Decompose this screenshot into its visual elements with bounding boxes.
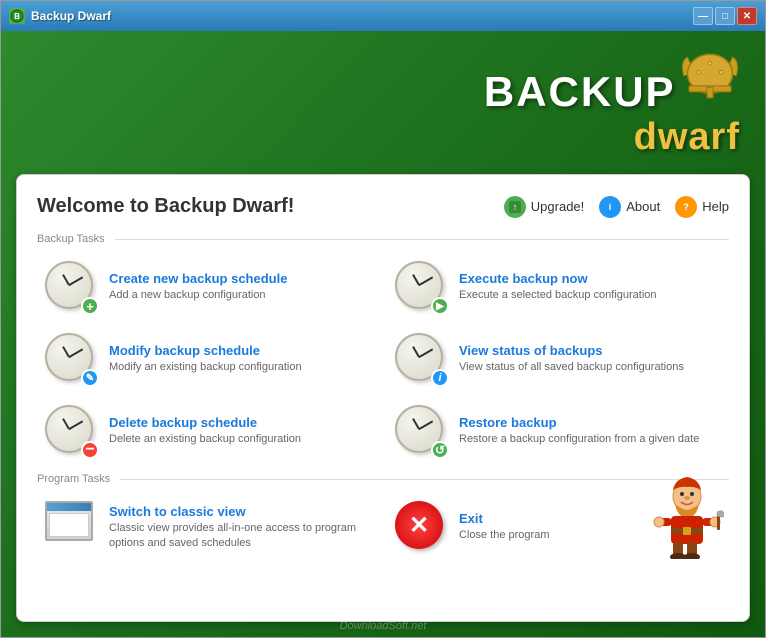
close-button[interactable]: ✕ bbox=[737, 7, 757, 25]
task-icon-exit: ✕ bbox=[395, 501, 447, 553]
program-tasks-grid: Switch to classic view Classic view prov… bbox=[37, 495, 729, 559]
main-window: B Backup Dwarf — □ ✕ BACKUP bbox=[0, 0, 766, 638]
task-classic-view[interactable]: Switch to classic view Classic view prov… bbox=[37, 495, 379, 559]
content-panel: Welcome to Backup Dwarf! ↑ Upgrade! bbox=[16, 174, 750, 622]
task-delete-backup[interactable]: − Delete backup schedule Delete an exist… bbox=[37, 399, 379, 463]
task-icon-restore: ↺ bbox=[395, 405, 447, 457]
clock-hand-m bbox=[69, 276, 84, 285]
clock-hand-m-3 bbox=[69, 348, 84, 357]
task-text-create: Create new backup schedule Add a new bac… bbox=[109, 271, 371, 302]
help-button[interactable]: ? Help bbox=[675, 196, 729, 218]
task-desc-restore: Restore a backup configuration from a gi… bbox=[459, 432, 721, 446]
classic-content bbox=[49, 513, 89, 537]
about-icon: i bbox=[599, 196, 621, 218]
viking-helmet-icon bbox=[680, 46, 740, 106]
task-desc-delete: Delete an existing backup configuration bbox=[109, 432, 371, 446]
task-restore-backup[interactable]: ↺ Restore backup Restore a backup config… bbox=[387, 399, 729, 463]
title-bar: B Backup Dwarf — □ ✕ bbox=[1, 1, 765, 31]
clock-hand-m-2 bbox=[419, 276, 434, 285]
logo-area: BACKUP bbox=[16, 46, 750, 164]
task-text-execute: Execute backup now Execute a selected ba… bbox=[459, 271, 721, 302]
badge-view: i bbox=[431, 369, 449, 387]
task-desc-modify: Modify an existing backup configuration bbox=[109, 360, 371, 374]
task-title-execute: Execute backup now bbox=[459, 271, 721, 286]
task-icon-create: + bbox=[45, 261, 97, 313]
badge-restore: ↺ bbox=[431, 441, 449, 459]
help-label: Help bbox=[702, 199, 729, 214]
task-view-status[interactable]: i View status of backups View status of … bbox=[387, 327, 729, 391]
dwarf-svg bbox=[649, 474, 724, 559]
upgrade-button[interactable]: ↑ Upgrade! bbox=[504, 196, 584, 218]
backup-tasks-divider: Backup Tasks bbox=[37, 233, 729, 245]
main-area: BACKUP bbox=[1, 31, 765, 637]
about-label: About bbox=[626, 199, 660, 214]
logo-container: BACKUP bbox=[484, 46, 740, 159]
task-title-view: View status of backups bbox=[459, 343, 721, 358]
header-actions: ↑ Upgrade! i About bbox=[504, 196, 729, 218]
task-title-delete: Delete backup schedule bbox=[109, 415, 371, 430]
dwarf-character bbox=[649, 474, 724, 559]
task-text-restore: Restore backup Restore a backup configur… bbox=[459, 415, 721, 446]
clock-hand-m-4 bbox=[419, 348, 434, 357]
badge-create: + bbox=[81, 297, 99, 315]
task-modify-backup[interactable]: ✎ Modify backup schedule Modify an exist… bbox=[37, 327, 379, 391]
task-icon-view: i bbox=[395, 333, 447, 385]
svg-text:B: B bbox=[14, 12, 20, 21]
logo-text-block: BACKUP bbox=[484, 46, 740, 159]
help-icon: ? bbox=[675, 196, 697, 218]
minimize-button[interactable]: — bbox=[693, 7, 713, 25]
task-title-create: Create new backup schedule bbox=[109, 271, 371, 286]
program-tasks-divider: Program Tasks bbox=[37, 473, 729, 485]
backup-tasks-grid: + Create new backup schedule Add a new b… bbox=[37, 255, 729, 463]
upgrade-label: Upgrade! bbox=[531, 199, 584, 214]
task-icon-execute: ▶ bbox=[395, 261, 447, 313]
badge-execute: ▶ bbox=[431, 297, 449, 315]
task-icon-modify: ✎ bbox=[45, 333, 97, 385]
task-desc-classic: Classic view provides all-in-one access … bbox=[109, 521, 371, 550]
task-desc-execute: Execute a selected backup configuration bbox=[459, 288, 721, 302]
watermark: DownloadSoft.net bbox=[340, 620, 427, 632]
task-title-restore: Restore backup bbox=[459, 415, 721, 430]
classic-view-icon bbox=[45, 501, 93, 541]
task-icon-delete: − bbox=[45, 405, 97, 457]
maximize-button[interactable]: □ bbox=[715, 7, 735, 25]
upgrade-icon: ↑ bbox=[504, 196, 526, 218]
svg-text:i: i bbox=[609, 202, 612, 212]
task-text-modify: Modify backup schedule Modify an existin… bbox=[109, 343, 371, 374]
svg-text:?: ? bbox=[684, 202, 690, 212]
task-icon-classic bbox=[45, 501, 97, 553]
badge-delete: − bbox=[81, 441, 99, 459]
clock-hand-m-6 bbox=[419, 420, 434, 429]
exit-icon: ✕ bbox=[395, 501, 443, 549]
svg-text:↑: ↑ bbox=[513, 202, 518, 212]
classic-titlebar bbox=[47, 503, 91, 511]
clock-hand-m-5 bbox=[69, 420, 84, 429]
task-text-view: View status of backups View status of al… bbox=[459, 343, 721, 374]
task-text-delete: Delete backup schedule Delete an existin… bbox=[109, 415, 371, 446]
about-button[interactable]: i About bbox=[599, 196, 660, 218]
divider-line-2 bbox=[120, 479, 729, 480]
window-controls: — □ ✕ bbox=[693, 7, 757, 25]
logo-dwarf: dwarf bbox=[484, 116, 740, 159]
task-desc-view: View status of all saved backup configur… bbox=[459, 360, 721, 374]
panel-header: Welcome to Backup Dwarf! ↑ Upgrade! bbox=[37, 195, 729, 218]
task-text-classic: Switch to classic view Classic view prov… bbox=[109, 504, 371, 550]
program-tasks-label: Program Tasks bbox=[37, 473, 110, 485]
task-title-classic: Switch to classic view bbox=[109, 504, 371, 519]
task-create-backup[interactable]: + Create new backup schedule Add a new b… bbox=[37, 255, 379, 319]
task-title-modify: Modify backup schedule bbox=[109, 343, 371, 358]
welcome-title: Welcome to Backup Dwarf! bbox=[37, 195, 484, 218]
badge-modify: ✎ bbox=[81, 369, 99, 387]
task-desc-create: Add a new backup configuration bbox=[109, 288, 371, 302]
app-icon: B bbox=[9, 8, 25, 24]
divider-line-1 bbox=[115, 239, 729, 240]
task-execute-backup[interactable]: ▶ Execute backup now Execute a selected … bbox=[387, 255, 729, 319]
logo-backup: BACKUP bbox=[484, 68, 676, 116]
window-title: Backup Dwarf bbox=[31, 9, 687, 23]
backup-tasks-label: Backup Tasks bbox=[37, 233, 105, 245]
